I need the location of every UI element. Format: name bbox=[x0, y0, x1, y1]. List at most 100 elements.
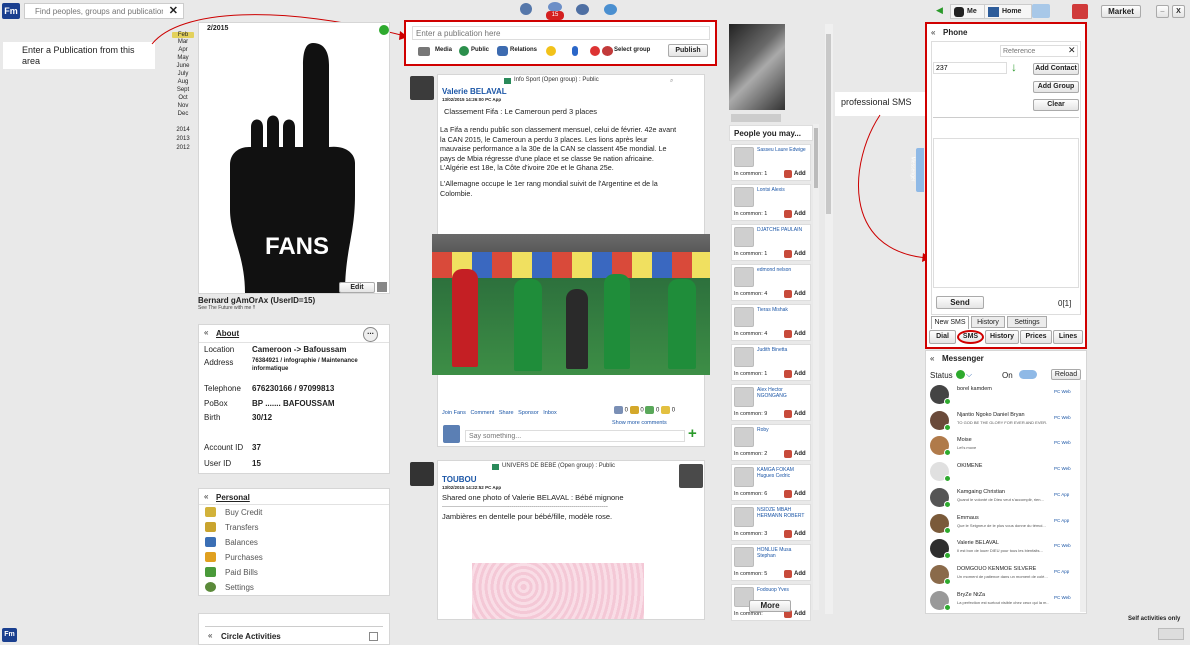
status-toggle[interactable] bbox=[1019, 370, 1037, 379]
person-card[interactable]: Tieras Mishak In common: 4 Add bbox=[731, 304, 811, 341]
close-button[interactable]: X bbox=[1172, 5, 1185, 18]
post-author[interactable]: TOUBOU bbox=[442, 475, 477, 484]
contact-name[interactable]: borel kamdem bbox=[957, 386, 992, 392]
more-people-button[interactable]: More bbox=[749, 600, 791, 612]
add-group-button[interactable]: Add Group bbox=[1033, 81, 1079, 93]
camera-icon[interactable] bbox=[377, 282, 387, 292]
reference-input[interactable] bbox=[1000, 45, 1078, 57]
feed-scrollbar[interactable] bbox=[825, 24, 833, 614]
personal-title[interactable]: Personal bbox=[216, 493, 250, 502]
collapse-circle-icon[interactable]: « bbox=[208, 631, 212, 640]
public-button[interactable]: Public bbox=[471, 47, 489, 53]
person-card[interactable]: Lontsi Alexis In common: 1 Add bbox=[731, 184, 811, 221]
contact-name[interactable]: OKIMENE bbox=[957, 463, 982, 469]
show-more-comments-link[interactable]: Show more comments bbox=[612, 420, 667, 426]
banner-pager[interactable] bbox=[731, 114, 781, 122]
contact-name[interactable]: DOMGOUO KENMOE SILVERE bbox=[957, 566, 1036, 572]
about-title[interactable]: About bbox=[216, 329, 239, 338]
feed-scrollbar-thumb[interactable] bbox=[826, 34, 831, 214]
person-name[interactable]: Tieras Mishak bbox=[757, 307, 811, 313]
person-name[interactable]: NSIDZE MBAH HERMANN ROBERT bbox=[757, 507, 811, 519]
person-card[interactable]: NSIDZE MBAH HERMANN ROBERT In common: 3 Ad… bbox=[731, 504, 811, 541]
add-contact-button[interactable]: Add Contact bbox=[1033, 63, 1079, 75]
add-friend-button[interactable]: Add bbox=[794, 531, 806, 537]
contact-name[interactable]: Njantio Ngoko Daniel Bryan bbox=[957, 412, 1025, 418]
tab-prices[interactable]: Prices bbox=[1020, 330, 1052, 344]
person-avatar[interactable] bbox=[734, 507, 754, 527]
add-comment-plus-icon[interactable]: + bbox=[688, 426, 697, 441]
weather-icon[interactable] bbox=[1032, 4, 1050, 18]
person-avatar[interactable] bbox=[734, 147, 754, 167]
tab-sms-settings[interactable]: Settings bbox=[1007, 316, 1047, 328]
person-name[interactable]: Alex Hector NGONGANG bbox=[757, 387, 811, 399]
public-globe-icon[interactable] bbox=[459, 46, 469, 56]
person-avatar[interactable] bbox=[734, 467, 754, 487]
app-logo[interactable]: Fm bbox=[2, 3, 20, 19]
messenger-contact[interactable]: Moise Let's move PC Web bbox=[926, 434, 1080, 458]
expand-post-icon[interactable]: ⌕ bbox=[670, 78, 673, 85]
person-name[interactable]: Sasseu Laure Edwige bbox=[757, 147, 811, 153]
person-avatar[interactable] bbox=[734, 427, 754, 447]
share-link[interactable]: Share bbox=[499, 410, 514, 416]
add-friend-button[interactable]: Add bbox=[794, 451, 806, 457]
banner-photo[interactable] bbox=[729, 24, 785, 110]
edit-profile-button[interactable]: Edit bbox=[339, 282, 375, 293]
contact-name[interactable]: BryZe NtZa bbox=[957, 592, 985, 598]
like-icon[interactable] bbox=[614, 406, 623, 414]
person-card[interactable]: HONLUE Musa Stephan In common: 5 Add bbox=[731, 544, 811, 581]
post-image-baby-legwarmers[interactable] bbox=[472, 563, 644, 619]
timeline-month[interactable]: Nov bbox=[172, 102, 194, 110]
online-check-icon[interactable] bbox=[956, 370, 965, 379]
add-friend-icon[interactable] bbox=[784, 490, 792, 498]
timeline-month[interactable]: Dec bbox=[172, 110, 194, 118]
market-button[interactable]: Market bbox=[1101, 5, 1141, 18]
inbox-link[interactable]: Inbox bbox=[543, 410, 556, 416]
messenger-contact[interactable]: Kamgaing Christian Quand le volonté de Di… bbox=[926, 486, 1080, 510]
add-friend-icon[interactable] bbox=[784, 530, 792, 538]
personal-item-transfers[interactable]: Transfers bbox=[225, 523, 259, 532]
status-dropdown-icon[interactable]: ⌵ bbox=[966, 370, 972, 380]
share-count-icon[interactable] bbox=[629, 406, 639, 414]
comment-count-icon[interactable] bbox=[661, 406, 671, 414]
tab-dial[interactable]: Dial bbox=[929, 330, 956, 344]
person-name[interactable]: edmond nelson bbox=[757, 267, 811, 273]
post-context[interactable]: Info Sport (Open group) : Public bbox=[514, 77, 599, 83]
person-card[interactable]: Sasseu Laure Edwige In common: 1 Add bbox=[731, 144, 811, 181]
tab-sms[interactable]: SMS bbox=[957, 330, 984, 344]
self-activities-toggle[interactable]: Self activities only bbox=[1128, 616, 1180, 622]
person-card[interactable]: edmond nelson In common: 4 Add bbox=[731, 264, 811, 301]
timeline-year[interactable]: 2013 bbox=[172, 135, 194, 144]
messenger-contact[interactable]: OKIMENE PC Web bbox=[926, 460, 1080, 484]
person-avatar[interactable] bbox=[734, 347, 754, 367]
add-friend-button[interactable]: Add bbox=[794, 611, 806, 617]
messenger-contact[interactable]: Emmaus Que le Seigneur de le plus vous do… bbox=[926, 512, 1080, 536]
add-friend-button[interactable]: Add bbox=[794, 491, 806, 497]
select-group-button[interactable]: Select group bbox=[614, 47, 650, 53]
person-avatar[interactable] bbox=[734, 307, 754, 327]
tab-sms-history[interactable]: History bbox=[971, 316, 1005, 328]
block-icon[interactable] bbox=[590, 46, 600, 56]
add-friend-icon[interactable] bbox=[784, 410, 792, 418]
publication-input[interactable] bbox=[412, 26, 710, 40]
person-avatar[interactable] bbox=[734, 187, 754, 207]
timeline-month[interactable]: July bbox=[172, 70, 194, 78]
chat-icon[interactable] bbox=[604, 4, 617, 15]
person-name[interactable]: Fodouop Yves bbox=[757, 587, 811, 593]
person-name[interactable]: Roby bbox=[757, 427, 811, 433]
select-group-icon[interactable] bbox=[602, 46, 613, 56]
add-friend-button[interactable]: Add bbox=[794, 371, 806, 377]
add-friend-button[interactable]: Add bbox=[794, 211, 806, 217]
person-avatar[interactable] bbox=[734, 227, 754, 247]
notification-badge[interactable]: 15 bbox=[546, 11, 564, 20]
person-name[interactable]: DJATCHE PAULAIN bbox=[757, 227, 811, 233]
contact-name[interactable]: Kamgaing Christian bbox=[957, 489, 1005, 495]
timeline-month[interactable]: Oct bbox=[172, 94, 194, 102]
person-card[interactable]: KAMGA FOKAM Hugues Cedric In common: 6 Add bbox=[731, 464, 811, 501]
contact-name[interactable]: Emmaus bbox=[957, 515, 979, 521]
sponsor-count-icon[interactable] bbox=[645, 406, 655, 414]
add-friend-icon[interactable] bbox=[784, 450, 792, 458]
timeline-year[interactable]: 2012 bbox=[172, 144, 194, 153]
person-card[interactable]: Judith Binetta In common: 1 Add bbox=[731, 344, 811, 381]
clear-button[interactable]: Clear bbox=[1033, 99, 1079, 111]
add-friend-icon[interactable] bbox=[784, 370, 792, 378]
